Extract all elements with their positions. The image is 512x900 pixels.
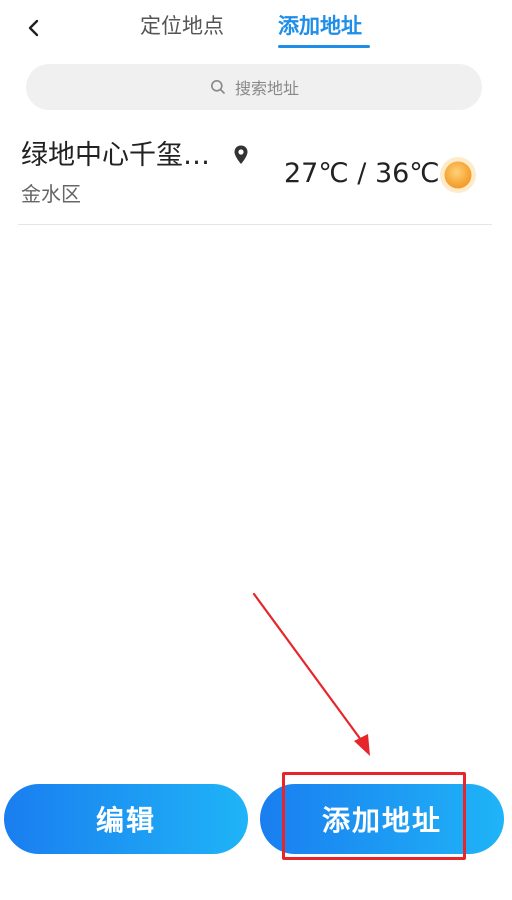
active-tab-indicator — [278, 45, 370, 48]
temperature-range: 27℃ / 36℃ — [284, 158, 440, 189]
add-address-button[interactable]: 添加地址 — [260, 784, 504, 854]
location-pin-icon — [234, 145, 248, 164]
app-screen: 定位地点 添加地址 搜索地址 绿地中心千玺… 金水区 27℃ / 36℃ 编辑 … — [0, 0, 512, 900]
search-icon — [209, 78, 227, 96]
tab-locate[interactable]: 定位地点 — [140, 12, 224, 40]
search-input[interactable]: 搜索地址 — [26, 64, 482, 110]
tab-add-address[interactable]: 添加地址 — [278, 12, 362, 40]
header: 定位地点 添加地址 — [0, 0, 512, 56]
back-button[interactable] — [18, 12, 50, 44]
edit-button[interactable]: 编辑 — [4, 784, 248, 854]
sun-icon — [440, 157, 476, 193]
back-arrow-icon — [28, 19, 39, 37]
search-placeholder: 搜索地址 — [234, 79, 299, 98]
location-district: 金水区 — [21, 182, 81, 206]
location-name: 绿地中心千玺… — [21, 140, 210, 171]
location-list-item[interactable]: 绿地中心千玺… 金水区 27℃ / 36℃ — [18, 126, 492, 225]
